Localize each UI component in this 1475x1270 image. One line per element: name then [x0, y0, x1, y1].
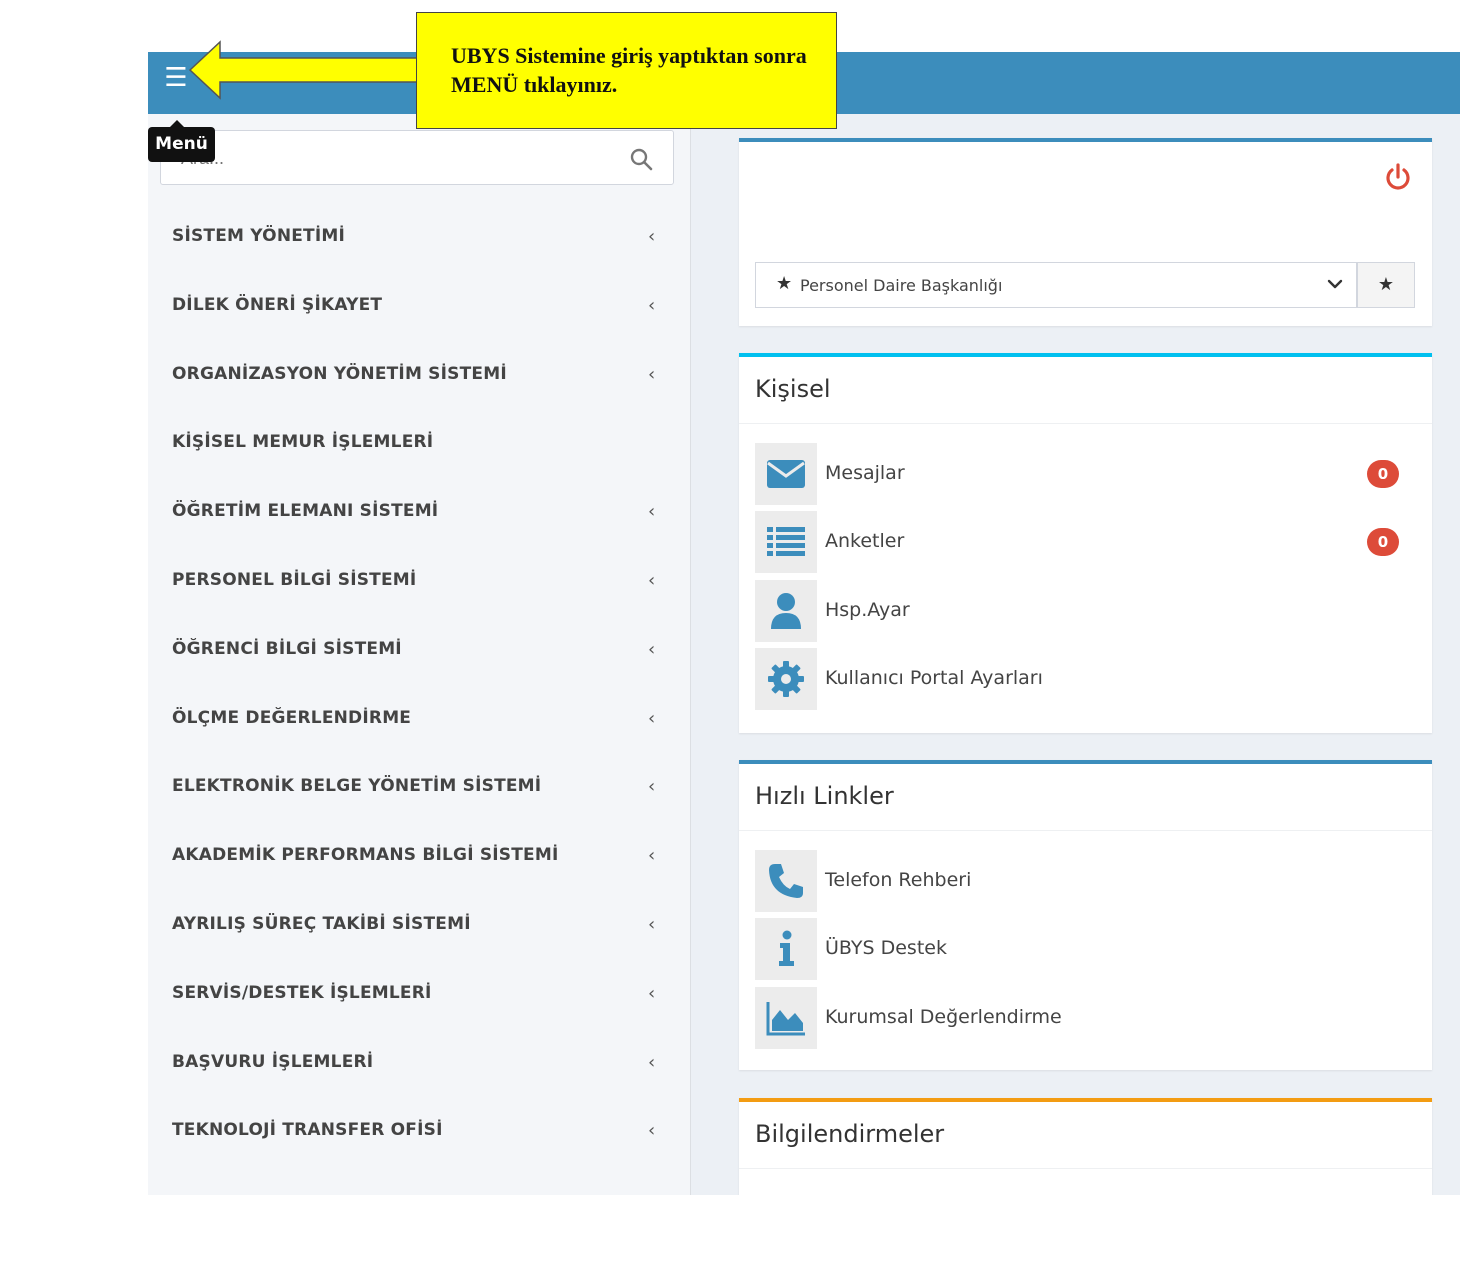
link-label: Kurumsal Değerlendirme: [825, 1006, 1062, 1028]
power-icon[interactable]: [1382, 162, 1414, 194]
link-label: ÜBYS Destek: [825, 937, 947, 959]
sidebar-item-ogretim-elemani[interactable]: ÖĞRETİM ELEMANI SİSTEMİ ‹: [148, 479, 690, 548]
chevron-left-icon: ‹: [648, 845, 656, 867]
sidebar-item-servis-destek[interactable]: SERVİS/DESTEK İŞLEMLERİ ‹: [148, 961, 690, 1030]
chevron-left-icon: ‹: [648, 982, 656, 1004]
user-icon: [771, 593, 801, 629]
icon-tile: [755, 443, 817, 505]
icon-tile: [755, 648, 817, 710]
icon-tile: [755, 918, 817, 980]
sidebar-item-label: AYRILIŞ SÜREÇ TAKİBİ SİSTEMİ: [172, 913, 471, 934]
chevron-left-icon: ‹: [648, 294, 656, 316]
star-icon: ★: [776, 273, 793, 294]
hamburger-icon: ☰: [164, 63, 188, 93]
chevron-left-icon: ‹: [648, 638, 656, 660]
personal-box: Kişisel Mesajlar 0 Anketler 0 Hsp.Ayar K…: [739, 353, 1432, 733]
notifications-box: Bilgilendirmeler: [739, 1098, 1432, 1195]
box-title: Bilgilendirmeler: [755, 1120, 945, 1148]
sidebar-item-label: ÖĞRENCİ BİLGİ SİSTEMİ: [172, 638, 402, 659]
unit-select[interactable]: ★ Personel Daire Başkanlığı: [755, 262, 1357, 308]
menu-tooltip: Menü: [148, 120, 215, 162]
link-messages[interactable]: Mesajlar 0: [755, 443, 1415, 505]
envelope-icon: [767, 460, 805, 488]
favorite-button[interactable]: ★: [1357, 262, 1415, 308]
box-title: Kişisel: [755, 375, 831, 403]
sidebar-item-olcme-degerlendirme[interactable]: ÖLÇME DEĞERLENDİRME ‹: [148, 686, 690, 755]
sidebar-item-label: BAŞVURU İŞLEMLERİ: [172, 1051, 374, 1072]
sidebar-item-label: ELEKTRONİK BELGE YÖNETİM SİSTEMİ: [172, 776, 542, 797]
sidebar-item-label: SERVİS/DESTEK İŞLEMLERİ: [172, 982, 432, 1003]
link-label: Telefon Rehberi: [825, 869, 972, 891]
star-icon: ★: [1377, 274, 1395, 295]
sidebar-item-akademik-performans[interactable]: AKADEMİK PERFORMANS BİLGİ SİSTEMİ ‹: [148, 823, 690, 892]
link-portal-settings[interactable]: Kullanıcı Portal Ayarları: [755, 648, 1415, 710]
sidebar-item-label: ÖLÇME DEĞERLENDİRME: [172, 707, 412, 728]
sidebar-item-sistem-yonetimi[interactable]: SİSTEM YÖNETİMİ ‹: [148, 204, 690, 273]
icon-tile: [755, 511, 817, 573]
chevron-left-icon: ‹: [648, 226, 656, 247]
sidebar-item-kisisel-memur[interactable]: KİŞİSEL MEMUR İŞLEMLERİ: [148, 410, 690, 479]
instruction-callout: UBYS Sistemine giriş yaptıktan sonra MEN…: [416, 12, 837, 129]
sidebar-item-ayrilis-surec[interactable]: AYRILIŞ SÜREÇ TAKİBİ SİSTEMİ ‹: [148, 892, 690, 961]
sidebar-item-label: PERSONEL BİLGİ SİSTEMİ: [172, 569, 417, 590]
chevron-left-icon: ‹: [648, 569, 656, 591]
instruction-text: UBYS Sistemine giriş yaptıktan sonra MEN…: [451, 43, 807, 97]
sidebar-item-label: AKADEMİK PERFORMANS BİLGİ SİSTEMİ: [172, 845, 559, 866]
personal-box-header: Kişisel: [739, 357, 1432, 424]
quick-links-box-header: Hızlı Linkler: [739, 764, 1432, 831]
link-phone-directory[interactable]: Telefon Rehberi: [755, 850, 1415, 912]
area-chart-icon: [766, 1002, 805, 1036]
search-input[interactable]: [179, 141, 613, 175]
sidebar-item-label: SİSTEM YÖNETİMİ: [172, 226, 346, 246]
link-account-settings[interactable]: Hsp.Ayar: [755, 580, 1415, 642]
gear-icon: [768, 661, 804, 697]
list-icon: [767, 527, 805, 556]
quick-links-box: Hızlı Linkler Telefon Rehberi ÜBYS Deste…: [739, 760, 1432, 1070]
icon-tile: [755, 580, 817, 642]
sidebar-item-organizasyon[interactable]: ORGANİZASYON YÖNETİM SİSTEMİ ‹: [148, 342, 690, 411]
link-label: Kullanıcı Portal Ayarları: [825, 667, 1043, 689]
pointer-arrow-icon: [188, 40, 418, 100]
chevron-left-icon: ‹: [648, 1120, 656, 1142]
profile-box: ★ Personel Daire Başkanlığı ★: [739, 138, 1432, 326]
icon-tile: [755, 987, 817, 1049]
count-badge: 0: [1367, 528, 1399, 556]
phone-icon: [769, 864, 803, 898]
box-title: Hızlı Linkler: [755, 782, 894, 810]
link-label: Mesajlar: [825, 462, 905, 484]
sidebar-item-personel-bilgi[interactable]: PERSONEL BİLGİ SİSTEMİ ‹: [148, 548, 690, 617]
sidebar-item-elektronik-belge[interactable]: ELEKTRONİK BELGE YÖNETİM SİSTEMİ ‹: [148, 754, 690, 823]
link-surveys[interactable]: Anketler 0: [755, 511, 1415, 573]
sidebar-item-label: ÖĞRETİM ELEMANI SİSTEMİ: [172, 501, 439, 522]
sidebar-menu: SİSTEM YÖNETİMİ ‹ DİLEK ÖNERİ ŞİKAYET ‹ OR…: [148, 204, 690, 1167]
sidebar: SİSTEM YÖNETİMİ ‹ DİLEK ÖNERİ ŞİKAYET ‹ OR…: [148, 114, 691, 1195]
search-icon[interactable]: [629, 147, 653, 171]
chevron-left-icon: ‹: [648, 501, 656, 523]
icon-tile: [755, 850, 817, 912]
app-window: ☰ SİSTEM YÖNETİMİ ‹ DİLEK ÖNERİ ŞİKAYET ‹ …: [148, 52, 1460, 1195]
link-label: Anketler: [825, 530, 905, 552]
sidebar-item-basvuru[interactable]: BAŞVURU İŞLEMLERİ ‹: [148, 1030, 690, 1099]
chevron-left-icon: ‹: [648, 1051, 656, 1073]
sidebar-item-label: DİLEK ÖNERİ ŞİKAYET: [172, 294, 383, 315]
link-label: Hsp.Ayar: [825, 599, 910, 621]
sidebar-item-teknoloji-transfer[interactable]: TEKNOLOJİ TRANSFER OFİSİ ‹: [148, 1098, 690, 1167]
chevron-left-icon: ‹: [648, 913, 656, 935]
sidebar-item-label: KİŞİSEL MEMUR İŞLEMLERİ: [172, 432, 434, 453]
notifications-box-header: Bilgilendirmeler: [739, 1102, 1432, 1169]
sidebar-item-label: ORGANİZASYON YÖNETİM SİSTEMİ: [172, 363, 507, 384]
link-ubys-support[interactable]: ÜBYS Destek: [755, 918, 1415, 980]
sidebar-search: [160, 130, 674, 185]
chevron-down-icon: [1327, 279, 1343, 289]
info-icon: [779, 930, 794, 966]
unit-select-value: Personel Daire Başkanlığı: [800, 276, 1003, 295]
sidebar-item-dilek-oneri-sikayet[interactable]: DİLEK ÖNERİ ŞİKAYET ‹: [148, 273, 690, 342]
chevron-left-icon: ‹: [648, 707, 656, 729]
chevron-left-icon: ‹: [648, 363, 656, 385]
count-badge: 0: [1367, 460, 1399, 488]
sidebar-item-label: TEKNOLOJİ TRANSFER OFİSİ: [172, 1120, 443, 1141]
sidebar-item-ogrenci-bilgi[interactable]: ÖĞRENCİ BİLGİ SİSTEMİ ‹: [148, 617, 690, 686]
chevron-left-icon: ‹: [648, 776, 656, 798]
link-institutional-evaluation[interactable]: Kurumsal Değerlendirme: [755, 987, 1415, 1049]
